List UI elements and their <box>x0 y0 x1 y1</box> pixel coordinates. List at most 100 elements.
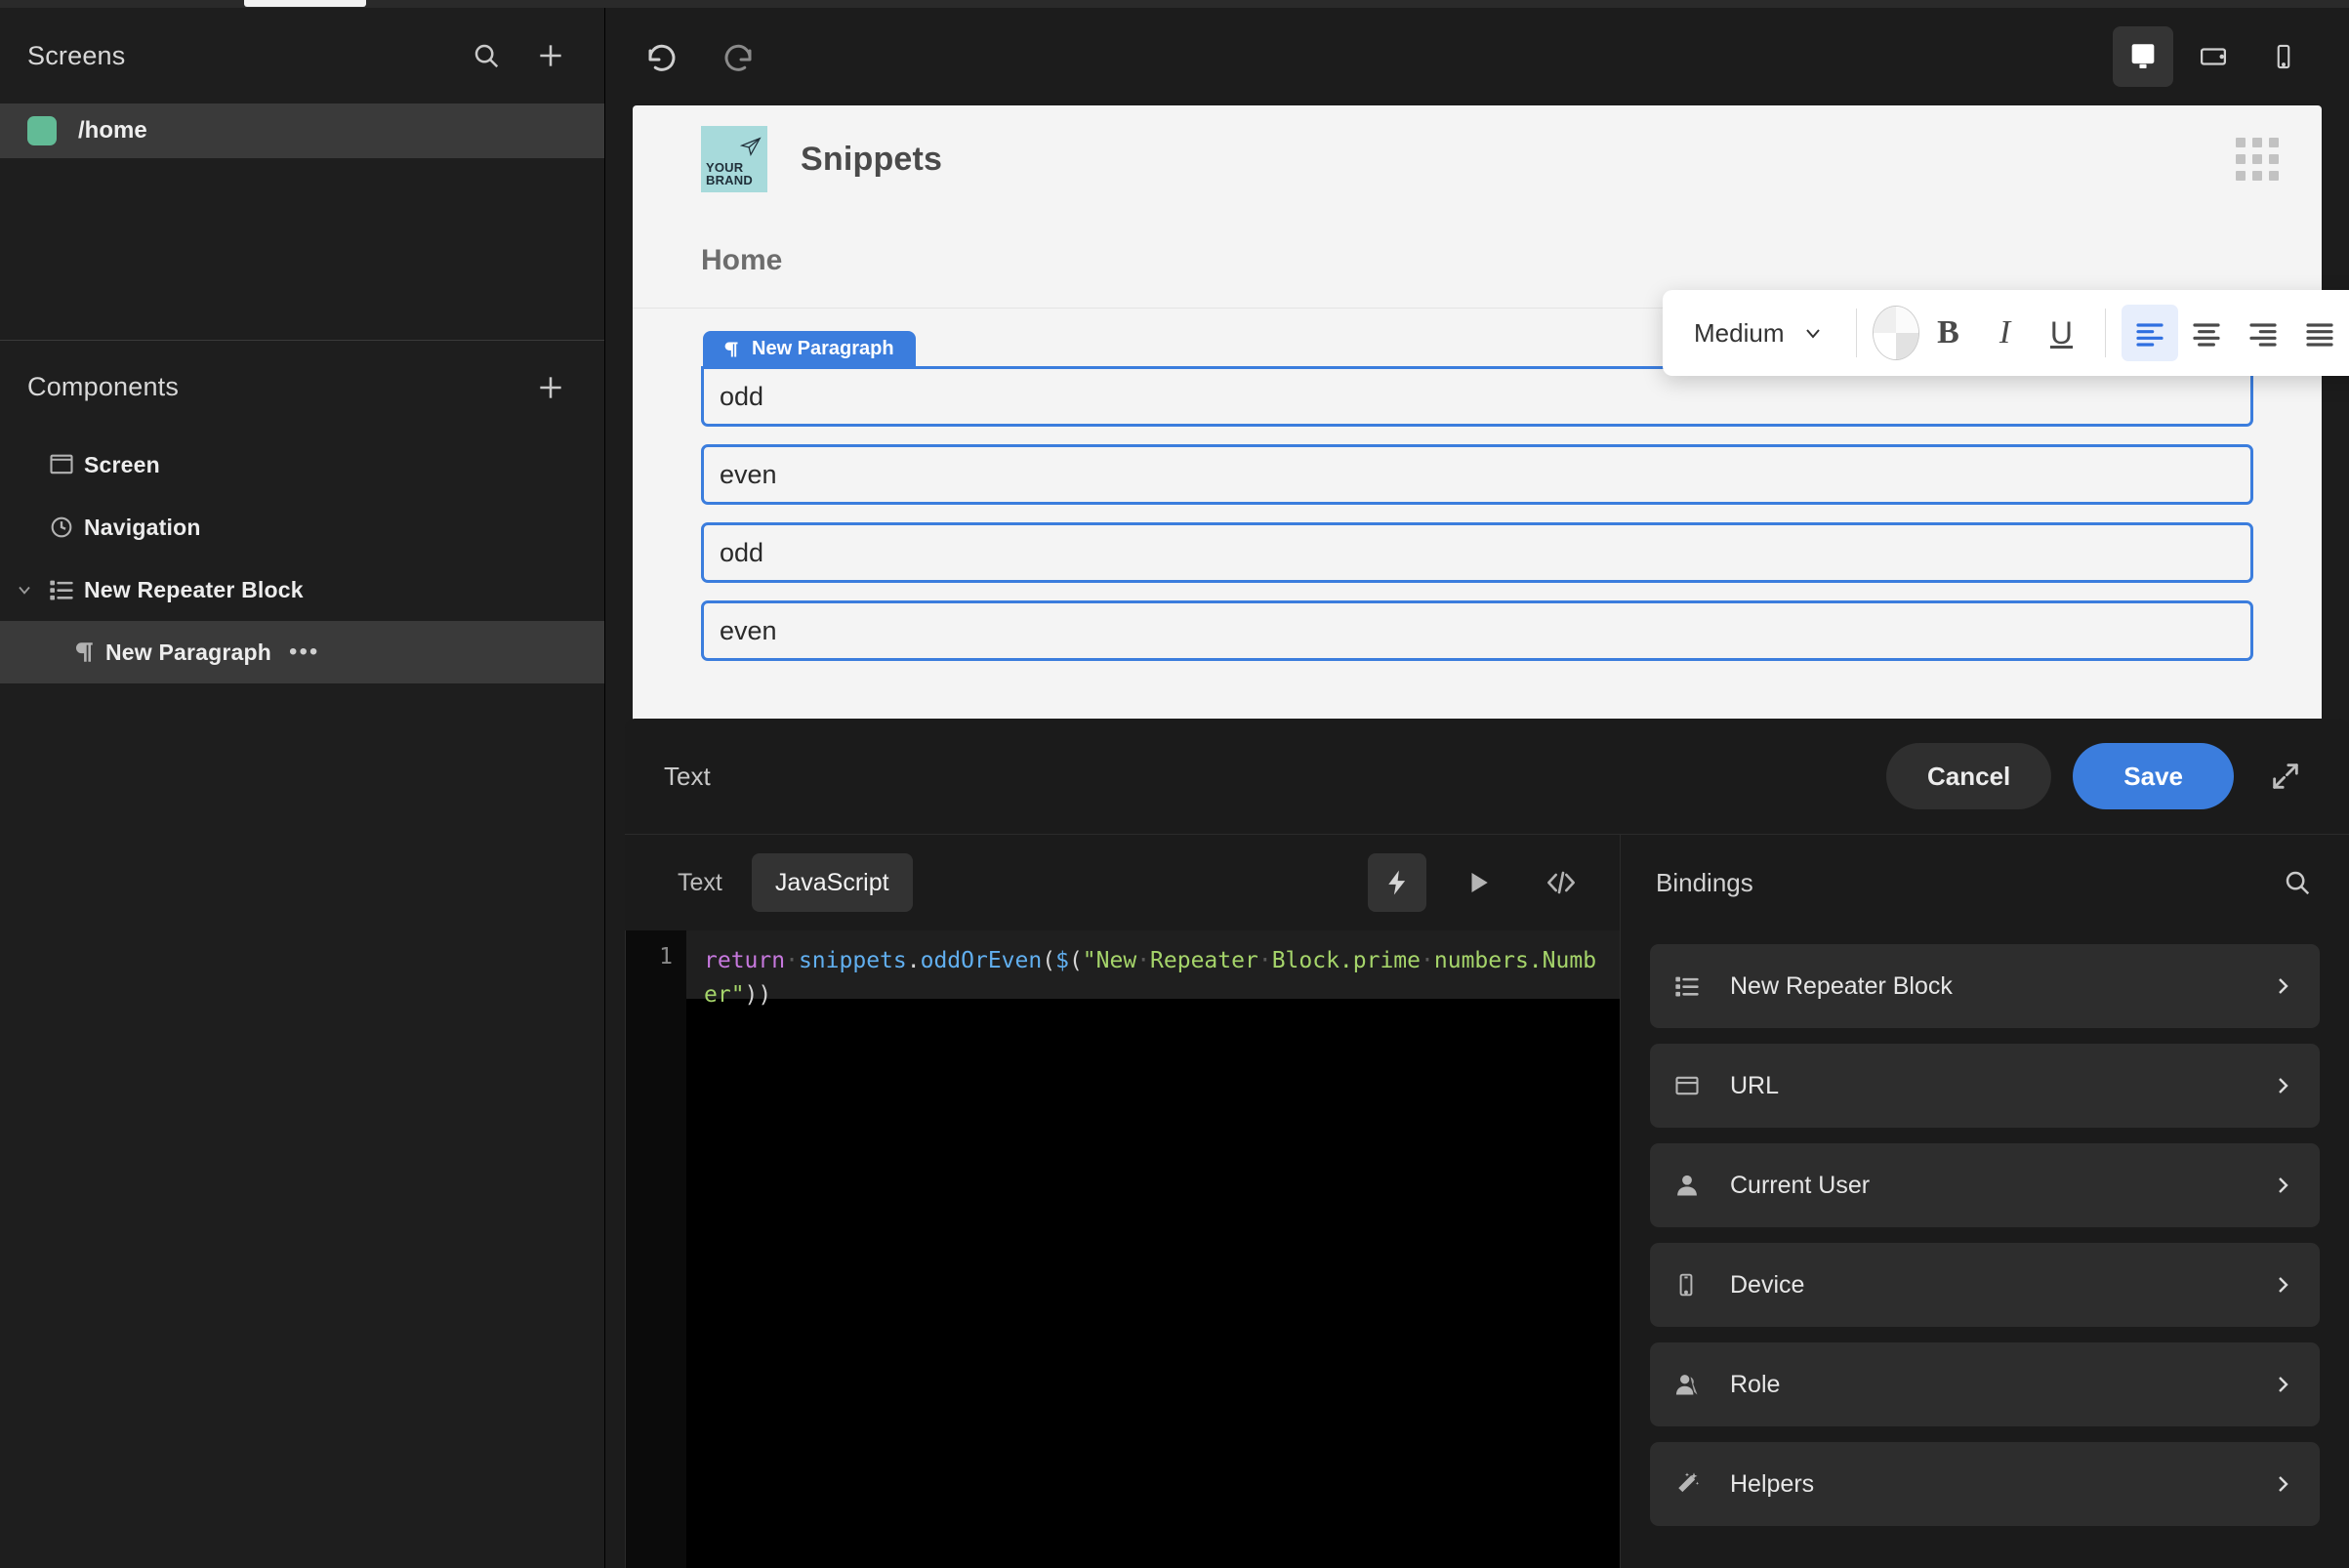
user-icon <box>1673 1172 1724 1199</box>
paragraph-icon <box>61 640 105 665</box>
editor-header: Text Cancel Save <box>625 719 2349 834</box>
toolbar-divider <box>1856 309 1858 357</box>
tablet-icon[interactable] <box>2183 26 2244 87</box>
components-title: Components <box>27 372 180 401</box>
page-title: Snippets <box>801 140 943 178</box>
search-icon[interactable] <box>2281 866 2314 899</box>
tab-javascript[interactable]: JavaScript <box>751 853 913 912</box>
component-tree: Screen Navigation New Repeater Block New… <box>0 433 604 683</box>
undo-icon[interactable] <box>640 35 683 78</box>
binding-item-device[interactable]: Device <box>1650 1243 2320 1327</box>
redo-icon[interactable] <box>717 35 760 78</box>
editor-tabbar: Text JavaScript <box>625 835 1620 930</box>
lightning-icon[interactable] <box>1368 853 1426 912</box>
chevron-down-icon[interactable] <box>10 580 39 599</box>
sidebar-item-home[interactable]: /home <box>0 103 604 158</box>
align-right-icon[interactable] <box>2235 305 2291 361</box>
italic-button[interactable]: I <box>1976 305 2033 361</box>
screen-heading: Home <box>701 243 783 276</box>
binding-item-label: Role <box>1730 1370 1781 1398</box>
sidebar-item-navigation[interactable]: Navigation <box>0 496 604 558</box>
binding-item-label: Helpers <box>1730 1469 1815 1498</box>
bindings-column: Bindings New Repeater Block URL Current … <box>1621 835 2349 1568</box>
binding-item-helpers[interactable]: Helpers <box>1650 1442 2320 1526</box>
code-editor[interactable]: 1 return·snippets.oddOrEven($("New·Repea… <box>625 930 1620 1568</box>
chevron-right-icon <box>2271 1373 2294 1396</box>
binding-item-new-repeater-block[interactable]: New Repeater Block <box>1650 944 2320 1028</box>
screens-panel-header: Screens <box>0 8 604 103</box>
sidebar-item-new-paragraph[interactable]: New Paragraph ••• <box>0 621 604 683</box>
bindings-header: Bindings <box>1621 835 2349 930</box>
font-size-select[interactable]: Medium <box>1684 318 1840 349</box>
paragraph-icon <box>721 340 740 359</box>
tab-text[interactable]: Text <box>654 853 746 912</box>
underline-button[interactable]: U <box>2033 305 2089 361</box>
mobile-icon[interactable] <box>2253 26 2314 87</box>
screens-list: /home <box>0 103 604 158</box>
brand-text: YOUR BRAND <box>706 161 753 186</box>
editor-body: Text JavaScript 1 return·snippets.oddOrE… <box>625 834 2349 1568</box>
color-wheel-icon[interactable] <box>1873 306 1920 360</box>
binding-item-label: URL <box>1730 1071 1780 1099</box>
toolbar-divider <box>2105 309 2107 357</box>
bindings-title: Bindings <box>1656 867 1753 897</box>
repeater-icon <box>1673 972 1724 1000</box>
selected-component-label: New Paragraph <box>752 338 894 359</box>
binding-editor-panel: Text Cancel Save Text JavaScript 1 retur… <box>625 719 2349 1568</box>
bold-button[interactable]: B <box>1919 305 1976 361</box>
screens-empty-area <box>0 158 604 340</box>
chevron-right-icon <box>2271 974 2294 998</box>
app-root: Screens /home Components Screen Navigati… <box>0 0 2349 1568</box>
font-size-value: Medium <box>1694 317 1785 348</box>
active-tab-indicator[interactable] <box>244 0 366 7</box>
wand-icon <box>1673 1470 1724 1498</box>
canvas-app-header: YOUR BRAND Snippets <box>633 105 2322 213</box>
more-options-icon[interactable]: ••• <box>289 640 319 664</box>
align-justify-icon[interactable] <box>2291 305 2348 361</box>
components-panel-header: Components <box>0 341 604 433</box>
screens-title: Screens <box>27 40 126 70</box>
brand-logo: YOUR BRAND <box>701 126 767 192</box>
code-line-numbers: 1 <box>626 930 686 1568</box>
cancel-button[interactable]: Cancel <box>1886 743 2052 809</box>
sidebar-item-label: Screen <box>84 451 160 477</box>
add-component-icon[interactable] <box>534 371 567 404</box>
repeater-field-3[interactable]: odd <box>701 522 2253 583</box>
sidebar-item-label: New Repeater Block <box>84 576 304 602</box>
binding-item-label: New Repeater Block <box>1730 971 1953 1000</box>
bindings-list: New Repeater Block URL Current User Devi… <box>1621 930 2349 1542</box>
editor-title: Text <box>664 761 711 791</box>
chevron-right-icon <box>2271 1273 2294 1297</box>
code-icon[interactable] <box>1532 853 1590 912</box>
chevron-right-icon <box>2271 1472 2294 1496</box>
desktop-icon[interactable] <box>2113 26 2173 87</box>
search-icon[interactable] <box>470 39 503 72</box>
code-content[interactable]: return·snippets.oddOrEven($("New·Repeate… <box>686 930 1620 1012</box>
brand-line2: BRAND <box>706 173 753 187</box>
chevron-right-icon <box>2271 1074 2294 1097</box>
code-editor-column: Text JavaScript 1 return·snippets.oddOrE… <box>625 835 1621 1568</box>
role-icon <box>1673 1371 1724 1398</box>
sidebar-item-new-repeater-block[interactable]: New Repeater Block <box>0 558 604 621</box>
align-center-icon[interactable] <box>2178 305 2235 361</box>
binding-item-label: Device <box>1730 1270 1805 1299</box>
grid-dots-icon[interactable] <box>2236 138 2279 181</box>
repeater-field-4[interactable]: even <box>701 600 2253 661</box>
repeater-field-2[interactable]: even <box>701 444 2253 505</box>
align-left-icon[interactable] <box>2122 305 2179 361</box>
sidebar-item-screen[interactable]: Screen <box>0 433 604 496</box>
binding-item-url[interactable]: URL <box>1650 1044 2320 1128</box>
device-preview-toggle <box>2113 26 2314 87</box>
selected-component-badge[interactable]: New Paragraph <box>703 331 916 367</box>
play-icon[interactable] <box>1450 853 1508 912</box>
add-screen-icon[interactable] <box>534 39 567 72</box>
binding-item-role[interactable]: Role <box>1650 1342 2320 1426</box>
binding-item-current-user[interactable]: Current User <box>1650 1143 2320 1227</box>
expand-icon[interactable] <box>2261 752 2310 801</box>
save-button[interactable]: Save <box>2073 743 2234 809</box>
sidebar-item-label: New Paragraph <box>105 639 272 665</box>
repeater-icon <box>39 576 84 603</box>
browser-tab-strip <box>0 0 2349 8</box>
mobile-icon <box>1673 1272 1724 1298</box>
text-format-toolbar: Medium B I U <box>1663 290 2349 376</box>
